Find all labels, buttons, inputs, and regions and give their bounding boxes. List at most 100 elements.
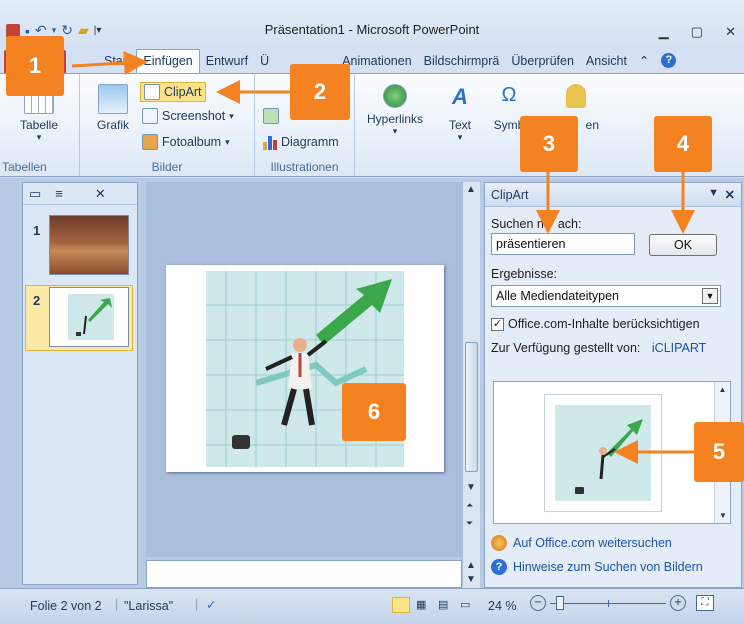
scroll-up-icon[interactable]: ▲ (466, 184, 476, 195)
reading-view-icon[interactable]: ▤ (438, 598, 448, 611)
notes-scroll-up-icon[interactable]: ▲ (466, 560, 476, 571)
hints-row[interactable]: ? Hinweise zum Suchen von Bildern (491, 559, 703, 575)
desert-photo (50, 216, 128, 274)
tab-einfuegen[interactable]: Einfügen (136, 49, 200, 73)
help-icon: ? (491, 559, 507, 575)
businessman-clipart-result (555, 405, 651, 501)
help-icon[interactable]: ? (655, 48, 682, 73)
chevron-down-icon: ▾ (392, 126, 398, 136)
diagramm-button[interactable]: Diagramm (263, 134, 339, 150)
scroll-down-icon[interactable]: ▼ (466, 482, 476, 493)
chevron-down-icon: ▾ (36, 132, 42, 142)
provided-by-row: Zur Verfügung gestellt von: iCLIPART (491, 341, 706, 355)
screenshot-icon (142, 108, 158, 124)
spellcheck-icon[interactable]: ✓ (206, 597, 216, 612)
zoom-in-icon[interactable]: + (670, 595, 686, 611)
taskpane-close-icon[interactable]: ✕ (725, 187, 735, 202)
search-input[interactable]: präsentieren (491, 233, 635, 255)
zoom-out-icon[interactable]: − (530, 595, 546, 611)
slideshow-icon[interactable]: ▭ (460, 598, 470, 611)
previous-slide-icon[interactable]: ⏶ (466, 500, 473, 511)
next-slide-icon[interactable]: ⏷ (466, 518, 473, 529)
chevron-down-icon: ▾ (229, 110, 234, 121)
minimize-icon[interactable]: ▁ (659, 24, 669, 40)
taskpane-menu-icon[interactable]: ▼ (708, 187, 719, 199)
tab-entwurf[interactable]: Entwurf (200, 50, 254, 73)
provided-by-label: Zur Verfügung gestellt von: (491, 341, 641, 355)
result-item[interactable] (544, 394, 662, 512)
slide-1-number: 1 (33, 223, 41, 238)
zoom-slider[interactable] (550, 596, 666, 610)
slide-info: Folie 2 von 2 (30, 599, 102, 613)
search-label: Suchen n ach: (491, 217, 581, 231)
tab-start[interactable]: Start (66, 50, 136, 73)
search-label-b: ach: (557, 217, 582, 231)
callout-6: 6 (342, 383, 406, 441)
ribbon-tabs: Start Einfügen Entwurf Ü Animationen Bil… (0, 46, 744, 73)
window-controls: ▁ ▢ ✕ (659, 24, 736, 40)
group-links: Hyperlinks ▾ (355, 74, 435, 176)
slides-tab-icon[interactable]: ▭ (29, 186, 41, 202)
callout-2: 2 (290, 64, 350, 120)
hyperlinks-button[interactable]: Hyperlinks ▾ (361, 84, 429, 137)
ok-button[interactable]: OK (649, 234, 717, 256)
zoom-slider-center-tick (608, 600, 609, 607)
outline-tab-icon[interactable]: ≡ (55, 186, 63, 201)
hints-link[interactable]: Hinweise zum Suchen von Bildern (513, 560, 703, 574)
normal-view-icon[interactable] (392, 597, 410, 613)
hyperlinks-label: Hyperlinks (366, 112, 423, 126)
close-icon[interactable]: ✕ (725, 24, 736, 40)
fit-to-window-icon[interactable]: ⛶ (696, 595, 714, 611)
provider-link[interactable]: iCLIPART (652, 341, 706, 355)
zoom-slider-thumb[interactable] (556, 596, 564, 610)
zoom-level[interactable]: 24 % (488, 599, 517, 613)
bilder-group-label: Bilder (151, 160, 183, 174)
media-type-select[interactable]: Alle Mediendateitypen ▼ (491, 285, 721, 307)
screenshot-button[interactable]: Screenshot ▾ (142, 108, 234, 124)
clipart-button[interactable]: ClipArt (140, 82, 206, 102)
theme-name: "Larissa" (124, 599, 174, 613)
include-office-checkbox[interactable]: ✓ (491, 317, 504, 331)
search-online-row[interactable]: Auf Office.com weitersuchen (491, 535, 672, 551)
include-office-label: Office.com-Inhalte berücksichtigen (508, 317, 700, 331)
group-text: A Text ▾ (435, 74, 485, 176)
office-online-icon (491, 535, 507, 551)
text-button[interactable]: A Text ▾ (439, 84, 481, 143)
omega-icon: Ω (501, 84, 517, 106)
picture-icon (98, 84, 128, 114)
scroll-thumb[interactable] (465, 342, 478, 472)
tab-ansicht[interactable]: Ansicht (580, 50, 633, 73)
slide-1-thumbnail[interactable] (49, 215, 129, 275)
ribbon-collapse-icon[interactable]: ⌃ (633, 49, 655, 73)
smartart-icon (263, 108, 279, 124)
clipart-icon (144, 84, 160, 100)
media-icon (566, 84, 586, 108)
screenshot-label: Screenshot (162, 109, 226, 123)
grafik-button[interactable]: Grafik (88, 84, 138, 132)
illustrationen-group-label: Illustrationen (270, 160, 339, 174)
slide-sorter-icon[interactable]: ▦ (416, 598, 426, 611)
clipart-label: ClipArt (164, 85, 202, 99)
dropdown-arrow-icon[interactable]: ▼ (702, 288, 718, 304)
search-online-link[interactable]: Auf Office.com weitersuchen (513, 536, 672, 550)
slide-2-thumbnail[interactable] (49, 287, 129, 347)
slides-pane: ▭ ≡ ✕ 1 2 (22, 182, 138, 585)
group-bilder: Grafik ClipArt Screenshot ▾ Fotoalbum ▾ … (80, 74, 255, 176)
fotoalbum-button[interactable]: Fotoalbum ▾ (142, 134, 230, 150)
tab-ueberpruefen[interactable]: Überprüfen (505, 50, 580, 73)
tab-bildschirmpraesentation[interactable]: Bildschirmprä (418, 50, 506, 73)
maximize-icon[interactable]: ▢ (691, 24, 703, 40)
slide-2-number: 2 (33, 293, 41, 308)
close-pane-icon[interactable]: ✕ (95, 186, 106, 202)
results-scroll-up-icon[interactable]: ▲ (715, 385, 730, 394)
include-office-row[interactable]: ✓ Office.com-Inhalte berücksichtigen (491, 317, 700, 331)
taskpane-title: ClipArt (491, 188, 529, 202)
results-scroll-down-icon[interactable]: ▼ (719, 511, 727, 520)
callout-4: 4 (654, 116, 712, 172)
notes-scroll-down-icon[interactable]: ▼ (466, 574, 476, 585)
tabelle-label: Tabelle (19, 118, 59, 132)
status-divider: | (195, 597, 199, 611)
ribbon: Tabelle ▾ Tabellen Grafik ClipArt Screen… (0, 73, 744, 177)
slide-vertical-scrollbar[interactable]: ▲ ▼ ⏶ ⏷ ▲ ▼ (462, 182, 480, 588)
notes-pane[interactable] (146, 560, 462, 588)
